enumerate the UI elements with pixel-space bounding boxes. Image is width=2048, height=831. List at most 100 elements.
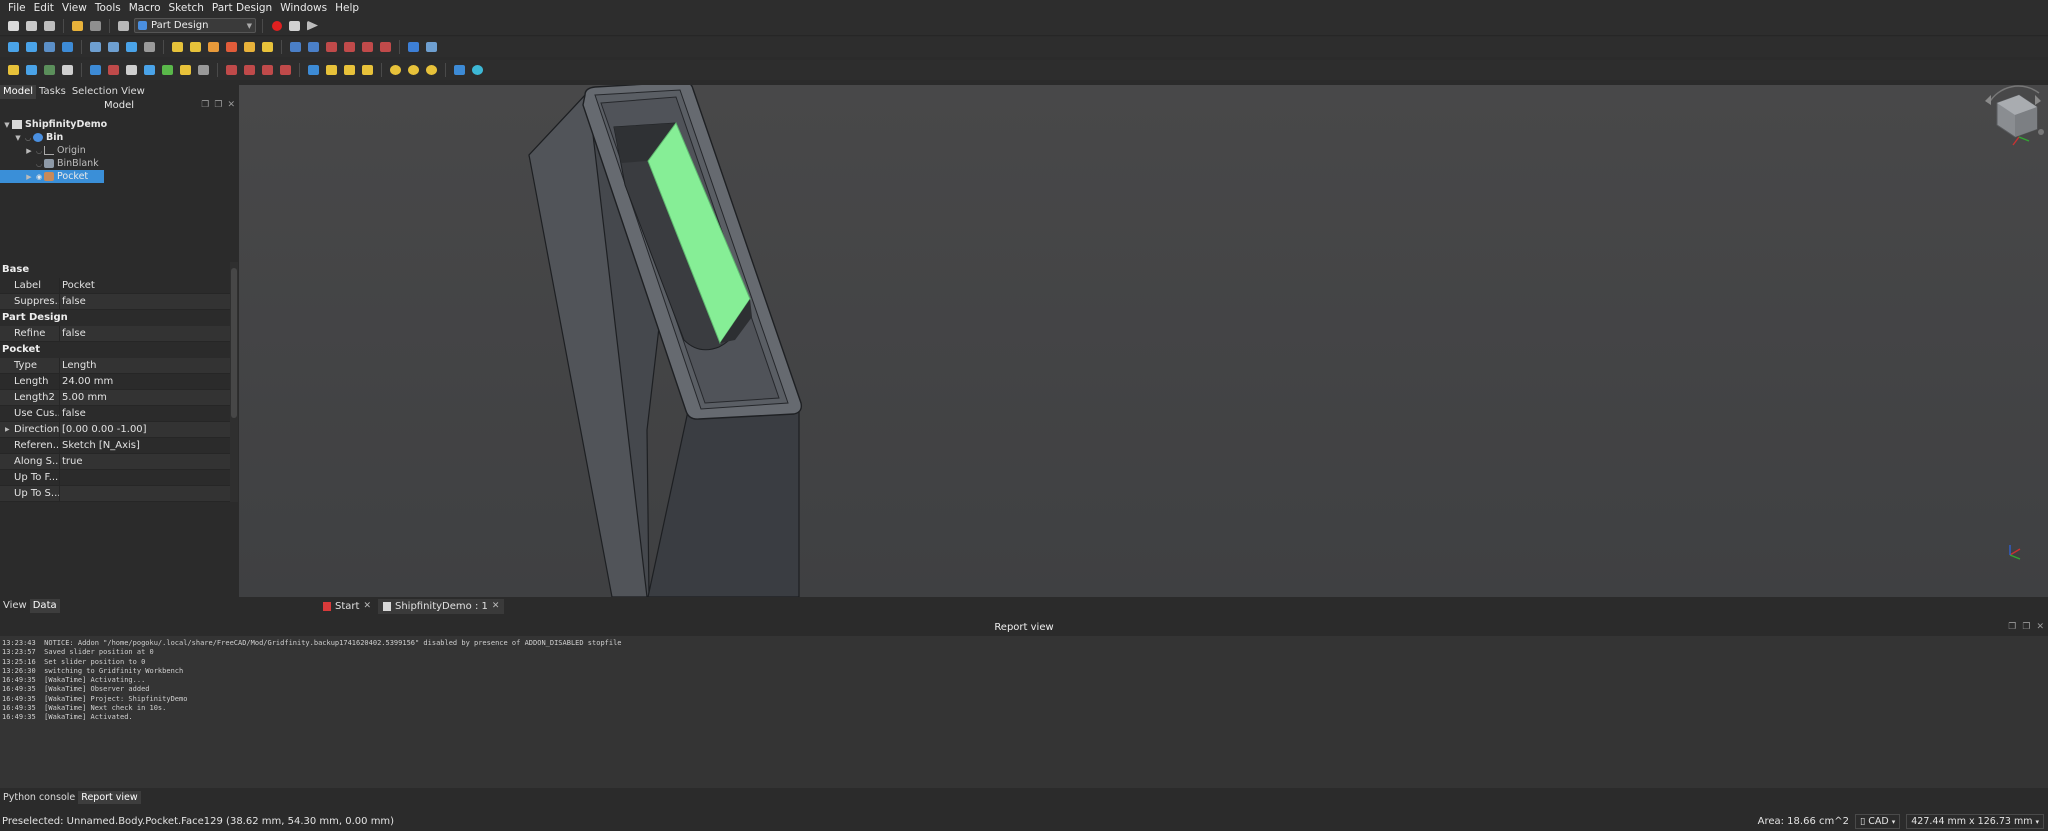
body-icon[interactable] — [188, 40, 203, 54]
property-row[interactable]: ▶ Direction [0.00 0.00 -1.00] — [0, 422, 230, 438]
property-scrollbar[interactable] — [230, 262, 238, 502]
group-icon[interactable] — [206, 40, 221, 54]
sketch-icon[interactable] — [224, 40, 239, 54]
user-icon[interactable] — [142, 63, 157, 77]
tab-tasks[interactable]: Tasks — [36, 85, 69, 99]
collapse-icon[interactable]: ▼ — [2, 121, 12, 129]
pad-icon[interactable] — [288, 40, 303, 54]
tree-item-origin[interactable]: ▶ ◡ Origin — [0, 144, 238, 157]
addon-manager-icon[interactable] — [452, 63, 467, 77]
revolution-icon[interactable] — [306, 40, 321, 54]
part-icon[interactable] — [170, 40, 185, 54]
std-link-icon[interactable] — [142, 40, 157, 54]
attach-sketch-icon[interactable] — [242, 40, 257, 54]
close-icon[interactable]: ✕ — [2036, 620, 2044, 635]
menu-help[interactable]: Help — [331, 2, 363, 14]
property-value[interactable]: 5.00 mm — [60, 390, 107, 405]
light-bulb-icon[interactable] — [388, 63, 403, 77]
linear-pattern-icon[interactable] — [242, 63, 257, 77]
macro-run-icon[interactable] — [6, 63, 21, 77]
property-row[interactable]: Up To S... — [0, 486, 230, 502]
restore-icon[interactable]: ❐ — [214, 100, 222, 110]
visibility-icon[interactable]: ◡ — [23, 134, 33, 142]
close-icon[interactable]: ✕ — [227, 100, 235, 110]
property-row[interactable]: Up To F... — [0, 470, 230, 486]
new-file-icon[interactable] — [6, 19, 21, 33]
visibility-hidden-icon[interactable]: ◡ — [34, 147, 44, 155]
additive-loft-icon[interactable] — [324, 40, 339, 54]
fit-all-icon[interactable] — [6, 40, 21, 54]
property-value[interactable]: Pocket — [60, 278, 95, 293]
menu-edit[interactable]: Edit — [30, 2, 58, 14]
record-macro-icon[interactable] — [269, 19, 284, 33]
tree-item-pocket[interactable]: ▶ ◉ Pocket — [0, 170, 104, 183]
property-value[interactable]: false — [60, 326, 86, 341]
save-icon[interactable] — [42, 19, 57, 33]
model-view[interactable] — [239, 85, 2048, 597]
multi-transform-icon[interactable] — [278, 63, 293, 77]
property-value[interactable]: true — [60, 454, 83, 469]
light-bulb-2-icon[interactable] — [406, 63, 421, 77]
isometric-view-icon[interactable] — [88, 40, 103, 54]
property-value[interactable]: 24.00 mm — [60, 374, 113, 389]
menu-view[interactable]: View — [58, 2, 91, 14]
navigation-style-button[interactable]: ▯ CAD ▾ — [1854, 814, 1901, 829]
property-row[interactable]: Referen... Sketch [N_Axis] — [0, 438, 230, 454]
property-value[interactable]: [0.00 0.00 -1.00] — [60, 422, 147, 437]
3d-viewport[interactable] — [239, 85, 2048, 597]
tab-python-console[interactable]: Python console — [0, 791, 78, 804]
menu-windows[interactable]: Windows — [276, 2, 331, 14]
expand-icon[interactable]: ▶ — [24, 173, 34, 181]
property-value[interactable]: Sketch [N_Axis] — [60, 438, 140, 453]
menu-tools[interactable]: Tools — [91, 2, 125, 14]
tab-report-view[interactable]: Report view — [78, 791, 141, 804]
property-row[interactable]: Label Pocket — [0, 278, 230, 294]
open-file-icon[interactable] — [24, 19, 39, 33]
gridfinity-stack-icon[interactable] — [360, 63, 375, 77]
bounding-box-icon[interactable] — [60, 40, 75, 54]
float-icon[interactable]: ❐ — [2008, 620, 2016, 635]
fillet-icon[interactable] — [406, 40, 421, 54]
restore-icon[interactable]: ❐ — [2022, 620, 2030, 635]
gridfinity-baseplate-icon[interactable] — [324, 63, 339, 77]
clone-icon[interactable] — [106, 63, 121, 77]
expand-icon[interactable]: ▶ — [5, 422, 10, 437]
sketch-view-icon[interactable] — [124, 63, 139, 77]
property-value[interactable]: false — [60, 406, 86, 421]
wakatime-icon[interactable] — [470, 63, 485, 77]
scrollbar-thumb[interactable] — [231, 268, 237, 418]
polar-pattern-icon[interactable] — [260, 63, 275, 77]
close-icon[interactable]: ✕ — [492, 601, 500, 611]
property-row[interactable]: Along S... true — [0, 454, 230, 470]
visibility-hidden-icon[interactable]: ◡ — [34, 160, 44, 168]
tree-item-binblank[interactable]: ◡ BinBlank — [0, 157, 238, 170]
undo-icon[interactable] — [70, 19, 85, 33]
property-row[interactable]: Length 24.00 mm — [0, 374, 230, 390]
menu-part-design[interactable]: Part Design — [208, 2, 276, 14]
selection-filter-icon[interactable] — [424, 40, 439, 54]
workbench-select[interactable]: Part Design ▼ — [134, 18, 256, 33]
visibility-icon[interactable]: ◉ — [34, 173, 44, 181]
gridfinity-bin-icon[interactable] — [306, 63, 321, 77]
tab-view[interactable]: View — [0, 599, 30, 613]
addon-icon[interactable] — [160, 63, 175, 77]
property-row[interactable]: Refine false — [0, 326, 230, 342]
expand-icon[interactable]: ▶ — [24, 147, 34, 155]
expression-icon[interactable] — [60, 63, 75, 77]
menu-sketch[interactable]: Sketch — [165, 2, 208, 14]
refresh-icon[interactable] — [116, 19, 131, 33]
property-row[interactable]: Length2 5.00 mm — [0, 390, 230, 406]
gridfinity-lid-icon[interactable] — [342, 63, 357, 77]
light-bulb-3-icon[interactable] — [424, 63, 439, 77]
tab-selection-view[interactable]: Selection View — [69, 85, 148, 99]
report-log[interactable]: 13:23:43 NOTICE: Addon "/home/pogoku/.lo… — [0, 636, 2048, 788]
tab-data[interactable]: Data — [29, 599, 60, 613]
property-value[interactable]: false — [60, 294, 86, 309]
tab-document[interactable]: ShipfinityDemo : 1 ✕ — [377, 598, 505, 614]
float-icon[interactable]: ❐ — [201, 100, 209, 110]
property-value[interactable]: Length — [60, 358, 97, 373]
tree-item-document[interactable]: ▼ ShipfinityDemo — [0, 118, 238, 131]
measure-icon[interactable] — [124, 40, 139, 54]
refresh-geometry-icon[interactable] — [42, 63, 57, 77]
hole-icon[interactable] — [378, 40, 393, 54]
